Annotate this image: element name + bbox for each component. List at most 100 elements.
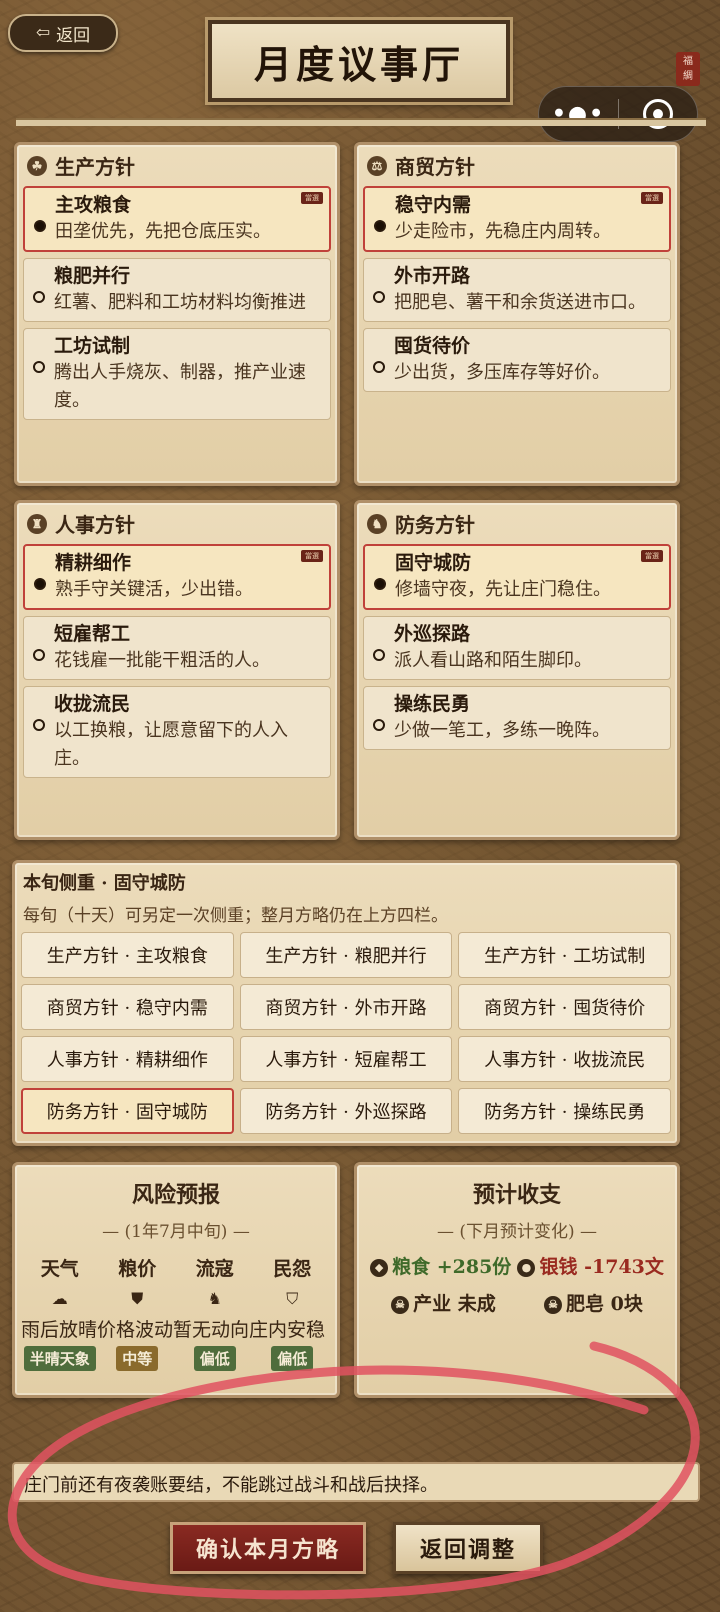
option-desc: 红薯、肥料和工坊材料均衡推进 — [54, 292, 306, 313]
panel-trade: ⚖ 商贸方针稳守内需少走险市，先稳庄内周转。 當選外市开路把肥皂、薯干和余货送进市口… — [354, 142, 680, 486]
policy-option[interactable]: 粮肥并行红薯、肥料和工坊材料均衡推进 — [23, 258, 331, 322]
focus-option-button[interactable]: 商贸方针 · 囤货待价 — [458, 984, 671, 1030]
focus-grid: 生产方针 · 主攻粮食 生产方针 · 粮肥并行 生产方针 · 工坊试制 商贸方针 · … — [15, 932, 677, 1134]
risk-columns: 天气 ☁ 粮价 ⛊ 流寇 ♞ 民怨 ⛉ — [15, 1242, 337, 1309]
industry-forecast: ☠ 产业 未成 — [391, 1289, 496, 1316]
food-forecast: ◆ 粮食 +285份 — [370, 1252, 511, 1279]
forecast-subtitle: — (下月预计变化) — — [436, 1222, 598, 1242]
option-name: 工坊试制 — [54, 335, 131, 357]
focus-option-button[interactable]: 生产方针 · 粮肥并行 — [239, 932, 453, 978]
option-desc: 以工换粮，让愿意留下的人入庄。 — [54, 720, 288, 769]
policy-option[interactable]: 操练民勇 少做一笔工，多练一晚阵。 — [363, 686, 671, 750]
focus-option-button[interactable]: 生产方针 · 主攻粮食 — [21, 932, 234, 978]
arrow-left-icon: ⇦ — [35, 23, 51, 43]
option-desc: 把肥皂、薯干和余货送进市口。 — [394, 292, 646, 313]
option-name: 短雇帮工 — [54, 623, 131, 645]
radio-empty-icon — [33, 291, 45, 303]
policy-option[interactable]: 固守城防 修墙守夜，先让庄门稳住。 當選 — [363, 544, 671, 610]
focus-option-button[interactable]: 防务方针 · 固守城防 — [21, 1088, 234, 1134]
option-name: 粮肥并行 — [54, 265, 131, 287]
risk-level-badge: 中等 — [116, 1346, 159, 1371]
panel-header: ☘ 生产方针 — [17, 145, 337, 186]
focus-option-button[interactable]: 人事方针 · 精耕细作 — [21, 1036, 234, 1082]
panel-title: 生产方针 — [55, 155, 135, 179]
panel-focus: 本旬侧重 · 固守城防 每旬（十天）可另定一次侧重；整月方略仍在上方四栏。 生产… — [12, 860, 680, 1146]
radio-selected-icon — [34, 578, 46, 590]
radio-empty-icon — [373, 291, 385, 303]
risk-column: 天气 ☁ — [21, 1254, 99, 1309]
focus-note: 每旬（十天）可另定一次侧重；整月方略仍在上方四栏。 — [23, 906, 448, 926]
option-name: 固守城防 — [395, 552, 472, 574]
shield-icon: ◆ — [370, 1259, 389, 1277]
option-desc: 少走险市，先稳庄内周转。 — [395, 221, 611, 242]
back-button[interactable]: ⇦ 返回 — [8, 14, 118, 52]
risk-column: 流寇 ♞ — [176, 1254, 254, 1309]
focus-option-button[interactable]: 防务方针 · 外巡探路 — [239, 1088, 453, 1134]
radio-empty-icon — [33, 719, 45, 731]
policy-option[interactable]: 囤货待价少出货，多压库存等好价。 — [363, 328, 671, 392]
focus-option-button[interactable]: 人事方针 · 收拢流民 — [458, 1036, 671, 1082]
focus-option-button[interactable]: 商贸方针 · 外市开路 — [239, 984, 453, 1030]
policy-option[interactable]: 精耕细作 熟手守关键活，少出错。 當選 — [23, 544, 331, 610]
mini-program-capsule: •●• — [538, 86, 698, 142]
cloud-icon: ☁ — [51, 1289, 68, 1308]
focus-option-button[interactable]: 防务方针 · 操练民勇 — [458, 1088, 671, 1134]
policy-option[interactable]: 收拢流民 以工换粮，让愿意留下的人入庄。 — [23, 686, 331, 778]
option-desc: 腾出人手烧灰、制器，推产业速度。 — [54, 362, 306, 411]
option-name: 囤货待价 — [394, 335, 471, 357]
option-desc: 田垄优先，先把仓底压实。 — [55, 221, 271, 242]
risk-level-badge: 半晴天象 — [23, 1346, 96, 1371]
risk-title: 风险预报 — [131, 1182, 220, 1208]
focus-title: 本旬侧重 · 固守城防 — [23, 873, 186, 894]
policy-option[interactable]: 短雇帮工花钱雇一批能干粗活的人。 — [23, 616, 331, 680]
policy-option[interactable]: 外市开路把肥皂、薯干和余货送进市口。 — [363, 258, 671, 322]
selected-tag: 當選 — [641, 550, 663, 562]
coin-drop-icon: ● — [517, 1259, 536, 1277]
policy-option[interactable]: 主攻粮食 田垄优先，先把仓底压实。 當選 — [23, 186, 331, 252]
return-adjust-button[interactable]: 返回调整 — [393, 1522, 543, 1574]
option-desc: 少出货，多压库存等好价。 — [394, 362, 610, 383]
panel-header: ♜ 人事方针 — [17, 503, 337, 544]
selected-tag: 當選 — [301, 550, 323, 562]
selected-tag: 當選 — [301, 192, 323, 204]
skull-icon: ☠ — [544, 1296, 562, 1314]
soap-forecast: ☠ 肥皂 0块 — [544, 1289, 643, 1316]
risk-level-badge: 偏低 — [271, 1346, 314, 1371]
horse-rider-icon: ♞ — [207, 1289, 222, 1308]
panel-title: 商贸方针 — [395, 155, 475, 179]
risk-level-badge: 偏低 — [193, 1346, 236, 1371]
selected-tag: 當選 — [641, 192, 663, 204]
risk-column: 民怨 ⛉ — [254, 1254, 332, 1309]
option-name: 稳守内需 — [395, 194, 472, 216]
radio-selected-icon — [374, 220, 386, 232]
focus-option-button[interactable]: 人事方针 · 短雇帮工 — [239, 1036, 453, 1082]
option-desc: 花钱雇一批能干粗活的人。 — [54, 650, 270, 671]
radio-selected-icon — [34, 220, 46, 232]
option-name: 外市开路 — [394, 265, 471, 287]
panel-header: ⚖ 商贸方针 — [357, 145, 677, 186]
wheat-icon: ☘ — [27, 155, 47, 176]
panel-risk: 风险预报 — (1年7月中旬) — 天气 ☁ 粮价 ⛊ 流寇 ♞ 民怨 ⛉ 雨后放晴价格波动暂… — [12, 1162, 340, 1398]
page-title: 月度议事厅 — [208, 20, 510, 102]
panel-title: 人事方针 — [55, 513, 135, 537]
scale-icon: ⚖ — [367, 155, 387, 176]
option-desc: 熟手守关键活，少出错。 — [55, 579, 253, 600]
skull-icon: ☠ — [391, 1296, 410, 1314]
risk-label: 流寇 — [195, 1258, 234, 1280]
risk-label: 粮价 — [118, 1258, 157, 1280]
risk-badges: 半晴天象 中等 偏低 偏低 — [15, 1342, 337, 1371]
silver-forecast: ● 银钱 -1743文 — [517, 1252, 664, 1279]
back-label: 返回 — [56, 25, 91, 46]
policy-option[interactable]: 外巡探路派人看山路和陌生脚印。 — [363, 616, 671, 680]
focus-option-button[interactable]: 商贸方针 · 稳守内需 — [21, 984, 234, 1030]
policy-option[interactable]: 工坊试制腾出人手烧灰、制器，推产业速度。 — [23, 328, 331, 420]
policy-option[interactable]: 稳守内需少走险市，先稳庄内周转。 當選 — [363, 186, 671, 252]
focus-option-button[interactable]: 生产方针 · 工坊试制 — [458, 932, 671, 978]
option-name: 外巡探路 — [394, 623, 471, 645]
risk-column: 粮价 ⛊ — [99, 1254, 177, 1309]
title-rail — [16, 118, 706, 126]
shield-face-icon: ⛉ — [286, 1289, 299, 1308]
panel-title: 防务方针 — [395, 513, 475, 537]
confirm-plan-button[interactable]: 确认本月方略 — [170, 1522, 366, 1574]
option-desc: 派人看山路和陌生脚印。 — [394, 650, 592, 671]
